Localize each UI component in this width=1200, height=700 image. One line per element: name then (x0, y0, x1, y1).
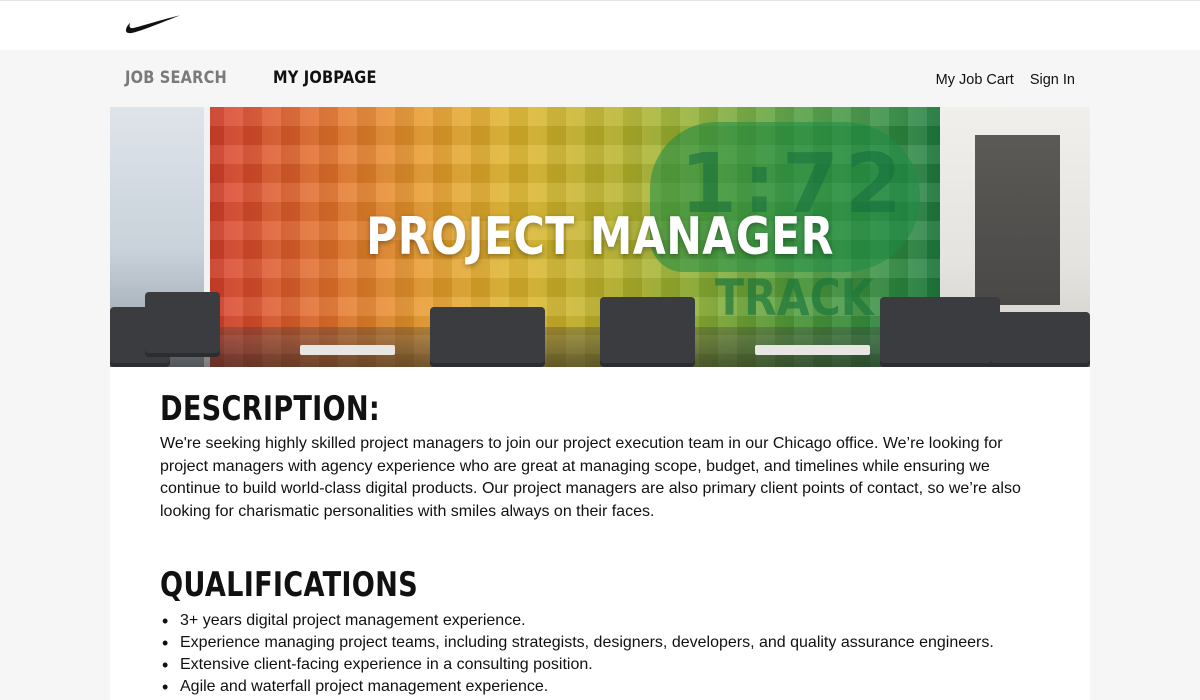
lounge-chair (430, 307, 545, 367)
mural-word: TRACK (715, 269, 874, 327)
qualifications-heading: QUALIFICATIONS (160, 565, 418, 605)
list-item: Experience managing project teams, inclu… (162, 632, 1060, 654)
list-item: Extensive client-facing experience in a … (162, 654, 1060, 676)
list-item: 3+ years digital project management expe… (162, 610, 1060, 632)
nav-tabs: JOB SEARCH MY JOBPAGE (125, 68, 394, 88)
nike-swoosh-icon[interactable] (124, 13, 182, 37)
sign-in-link[interactable]: Sign In (1030, 72, 1075, 88)
description-body: We're seeking highly skilled project man… (160, 435, 1021, 520)
lounge-chair (990, 312, 1090, 367)
job-details: DESCRIPTION: We're seeking highly skille… (110, 367, 1090, 700)
account-links: My Job Cart Sign In (936, 72, 1075, 88)
top-bar (0, 0, 1200, 50)
coffee-table (755, 345, 870, 355)
lounge-chair (600, 297, 695, 367)
lounge-chair (880, 297, 1000, 367)
main-nav: JOB SEARCH MY JOBPAGE My Job Cart Sign I… (0, 50, 1200, 107)
description-heading: DESCRIPTION: (160, 389, 381, 429)
lounge-chair (145, 292, 220, 357)
tab-job-search[interactable]: JOB SEARCH (125, 68, 227, 88)
my-job-cart-link[interactable]: My Job Cart (936, 72, 1014, 88)
tab-my-jobpage[interactable]: MY JOBPAGE (273, 68, 377, 88)
hero-banner: 1:72 TRACK PROJECT MANAGER (110, 107, 1090, 367)
coffee-table (300, 345, 395, 355)
job-title: PROJECT MANAGER (366, 207, 834, 267)
list-item: Agile and waterfall project management e… (162, 676, 1060, 698)
qualifications-list: 3+ years digital project management expe… (162, 610, 1060, 698)
